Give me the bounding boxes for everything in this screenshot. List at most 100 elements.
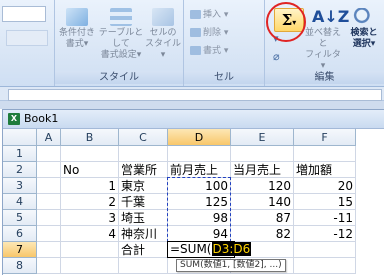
find-select-label1: 検索と (350, 28, 378, 38)
column-header-a[interactable]: A (37, 129, 61, 146)
row-header-7[interactable]: 7 (3, 242, 37, 258)
delete-icon (190, 28, 201, 37)
row-header-3[interactable]: 3 (3, 178, 37, 194)
cell-c8[interactable] (119, 258, 168, 274)
formula-input[interactable] (8, 89, 382, 101)
cell-e3[interactable]: 120 (231, 178, 294, 194)
cell-c3[interactable]: 東京 (119, 178, 168, 194)
highlight-circle (266, 2, 306, 42)
cell-a2[interactable] (37, 162, 61, 178)
sort-filter-button[interactable]: A↓Z 並べ替えと フィルタ▾ (303, 7, 350, 72)
cell-b4[interactable]: 2 (61, 194, 119, 210)
format-as-table-label1: テーブルとして (98, 28, 144, 49)
column-header-d[interactable]: D (168, 129, 231, 146)
cell-f4[interactable]: 15 (294, 194, 356, 210)
cell-b7[interactable] (61, 242, 119, 258)
conditional-format-button[interactable]: 条件付き 書式▾ (57, 8, 97, 50)
find-select-button[interactable]: 検索と 選択▾ (345, 8, 383, 50)
row-header-1[interactable]: 1 (3, 146, 37, 162)
cell-f7[interactable] (294, 242, 356, 258)
cell-c1[interactable] (119, 146, 168, 162)
cell-d1[interactable] (168, 146, 231, 162)
group-label-cells: セル (184, 71, 264, 84)
cell-f6[interactable]: -12 (294, 226, 356, 242)
group-label-editing: 編集 (265, 71, 384, 84)
cell-e2[interactable]: 当月売上 (231, 162, 294, 178)
cell-f5[interactable]: -11 (294, 210, 356, 226)
conditional-format-label1: 条件付き (58, 28, 95, 38)
ribbon-group-cells: 挿入 ▾ 削除 ▾ 書式 ▾ セル (184, 0, 265, 86)
window-gap (0, 101, 384, 109)
binoculars-icon (353, 8, 375, 26)
select-all-corner[interactable] (3, 129, 37, 146)
worksheet-grid[interactable]: A B C D E F 1 2 No 営業所 前月売上 当月売上 増加額 3 1 東京 100 120 20 4 2 千葉… (3, 129, 384, 275)
sort-az-icon: A↓Z (312, 7, 350, 26)
cell-f8[interactable] (294, 258, 356, 274)
cell-e1[interactable] (231, 146, 294, 162)
cell-c5[interactable]: 埼玉 (119, 210, 168, 226)
cell-a8[interactable] (37, 258, 61, 274)
workbook-title: Book1 (24, 112, 59, 125)
cell-f1[interactable] (294, 146, 356, 162)
formula-prefix: =SUM( (170, 242, 212, 256)
cell-e6[interactable]: 82 (231, 226, 294, 242)
column-header-e[interactable]: E (231, 129, 294, 146)
cell-f2[interactable]: 増加額 (294, 162, 356, 178)
format-as-table-label2: 書式設定▾ (100, 50, 142, 60)
row-header-4[interactable]: 4 (3, 194, 37, 210)
cell-a7[interactable] (37, 242, 61, 258)
column-header-b[interactable]: B (61, 129, 119, 146)
column-header-f[interactable]: F (294, 129, 356, 146)
delete-button[interactable]: 削除 ▾ (190, 26, 228, 40)
formula-bar (0, 87, 384, 101)
ribbon-group-partial (0, 0, 55, 86)
cell-d2[interactable]: 前月売上 (168, 162, 231, 178)
row-header-5[interactable]: 5 (3, 210, 37, 226)
number-format-dropdown[interactable] (2, 6, 46, 22)
cell-a4[interactable] (37, 194, 61, 210)
cell-styles-label2: スタイル▾ (145, 39, 182, 60)
cell-e4[interactable]: 140 (231, 194, 294, 210)
cell-b2[interactable]: No (61, 162, 119, 178)
column-header-c[interactable]: C (119, 129, 168, 146)
cell-b6[interactable]: 4 (61, 226, 119, 242)
cell-styles-button[interactable]: セルの スタイル▾ (145, 8, 181, 61)
cell-c4[interactable]: 千葉 (119, 194, 168, 210)
cell-e5[interactable]: 87 (231, 210, 294, 226)
function-tooltip[interactable]: SUM(数値1, [数値2], ...) (176, 259, 286, 272)
delete-label: 削除 ▾ (203, 28, 229, 38)
row-header-2[interactable]: 2 (3, 162, 37, 178)
row-header-8[interactable]: 8 (3, 258, 37, 274)
cell-b8[interactable] (61, 258, 119, 274)
clear-icon[interactable]: ⌀ (273, 50, 291, 63)
cell-a1[interactable] (37, 146, 61, 162)
cell-styles-icon (152, 8, 174, 26)
cell-c6[interactable]: 神奈川 (119, 226, 168, 242)
format-button[interactable]: 書式 ▾ (190, 44, 228, 58)
cell-c2[interactable]: 営業所 (119, 162, 168, 178)
sort-filter-label2: フィルタ▾ (305, 50, 341, 71)
workbook-window: X Book1 A B C D E F 1 2 No 営業所 前月売上 当月売上 増加額 3 1 東京 100 1… (2, 109, 384, 275)
cell-a6[interactable] (37, 226, 61, 242)
row-header-6[interactable]: 6 (3, 226, 37, 242)
format-label: 書式 ▾ (203, 46, 229, 56)
cell-b1[interactable] (61, 146, 119, 162)
format-as-table-button[interactable]: テーブルとして 書式設定▾ (97, 8, 145, 61)
insert-icon (190, 10, 201, 19)
cell-b5[interactable]: 3 (61, 210, 119, 226)
cell-f3[interactable]: 20 (294, 178, 356, 194)
sum-range-marquee (167, 177, 231, 242)
group-label-style: スタイル (55, 71, 183, 84)
conditional-format-label2: 書式▾ (65, 39, 89, 49)
cell-a3[interactable] (37, 178, 61, 194)
insert-button[interactable]: 挿入 ▾ (190, 8, 228, 22)
formula-range-ref: D3:D6 (211, 242, 252, 256)
cell-b3[interactable]: 1 (61, 178, 119, 194)
workbook-titlebar[interactable]: X Book1 (3, 110, 384, 129)
conditional-format-icon (66, 8, 88, 26)
table-icon (110, 8, 132, 26)
cell-a5[interactable] (37, 210, 61, 226)
cell-c7[interactable]: 合計 (119, 242, 168, 258)
active-cell-editor[interactable]: =SUM(D3:D6 (167, 241, 252, 258)
number-format-buttons[interactable] (6, 30, 48, 46)
